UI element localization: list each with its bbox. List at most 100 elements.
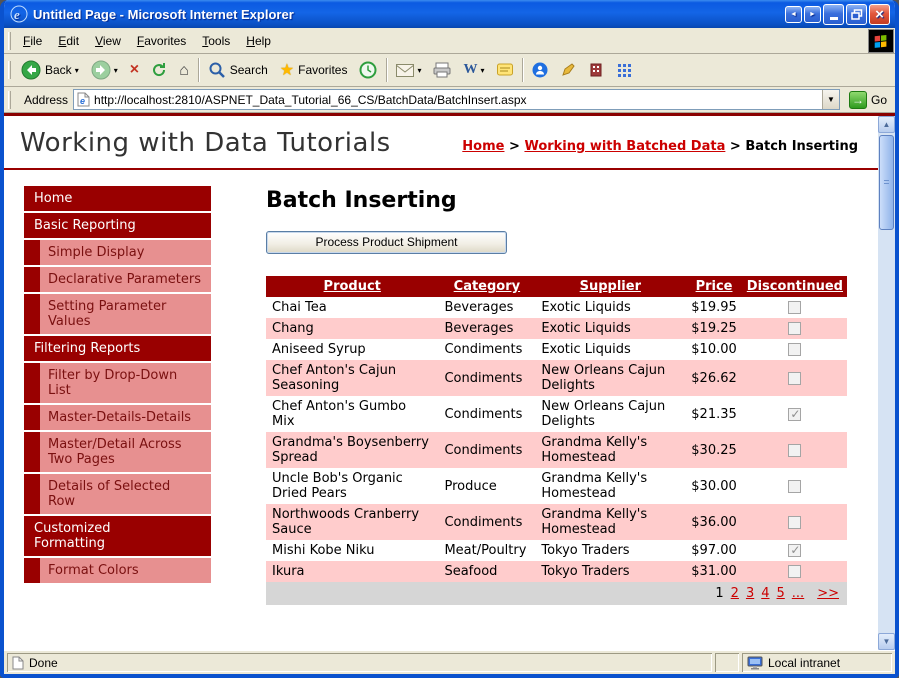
pager-page-link[interactable]: 5 <box>777 586 785 601</box>
messenger-button[interactable] <box>526 58 554 82</box>
menu-item-tools[interactable]: Tools <box>194 30 238 52</box>
favorites-button[interactable]: ★ Favorites <box>274 59 354 82</box>
address-input[interactable]: e http://localhost:2810/ASPNET_Data_Tuto… <box>73 89 840 110</box>
column-header-discontinued[interactable]: Discontinued <box>743 276 847 297</box>
scroll-up-button[interactable]: ▲ <box>878 116 895 133</box>
building-button[interactable] <box>582 58 610 82</box>
title-bar: e Untitled Page - Microsoft Internet Exp… <box>4 0 895 28</box>
menu-bar: FileEditViewFavoritesToolsHelp <box>4 28 895 54</box>
column-header-link[interactable]: Price <box>696 279 733 294</box>
menu-item-edit[interactable]: Edit <box>50 30 87 52</box>
refresh-button[interactable] <box>145 58 173 82</box>
cell-discontinued <box>743 396 847 432</box>
pager-page-link[interactable]: 4 <box>761 586 769 601</box>
column-header-supplier[interactable]: Supplier <box>535 276 685 297</box>
discontinued-checkbox[interactable] <box>788 444 801 457</box>
menu-item-view[interactable]: View <box>87 30 129 52</box>
pager-more-link[interactable]: ... <box>792 586 804 601</box>
stop-button[interactable]: × <box>124 59 145 81</box>
cell-discontinued <box>743 360 847 396</box>
move-window-left-button[interactable]: ◄ <box>785 6 802 23</box>
go-button[interactable]: → Go <box>845 90 891 110</box>
discontinued-checkbox[interactable] <box>788 372 801 385</box>
toolbar-grip[interactable] <box>8 61 11 79</box>
sidebar-item-format-colors[interactable]: Format Colors <box>24 558 211 583</box>
pager-next-link[interactable]: >> <box>817 586 839 601</box>
sidebar-item-filtering-reports[interactable]: Filtering Reports <box>24 336 211 361</box>
pager-page-link[interactable]: 2 <box>731 586 739 601</box>
back-dropdown-caret[interactable]: ▾ <box>75 66 79 75</box>
discontinued-checkbox[interactable] <box>788 516 801 529</box>
back-button[interactable]: Back ▾ <box>15 56 85 84</box>
move-window-right-button[interactable]: ► <box>804 6 821 23</box>
forward-dropdown-caret[interactable]: ▾ <box>114 66 118 75</box>
sidebar-item-master-details-details[interactable]: Master-Details-Details <box>24 405 211 430</box>
scrollbar-track[interactable] <box>878 133 895 633</box>
edit-button[interactable]: W ▾ <box>457 58 490 82</box>
discontinued-checkbox[interactable] <box>788 301 801 314</box>
address-grip[interactable] <box>8 91 11 109</box>
sidebar-item-basic-reporting[interactable]: Basic Reporting <box>24 213 211 238</box>
breadcrumb-link[interactable]: Home <box>462 139 504 154</box>
breadcrumb-separator: > <box>725 139 745 154</box>
discuss-button[interactable] <box>491 59 519 81</box>
menu-item-help[interactable]: Help <box>238 30 279 52</box>
forward-button[interactable]: ▾ <box>85 56 124 84</box>
sidebar-item-setting-parameter-values[interactable]: Setting Parameter Values <box>24 294 211 334</box>
discontinued-checkbox[interactable] <box>788 565 801 578</box>
column-header-price[interactable]: Price <box>685 276 743 297</box>
history-clock-icon <box>359 61 377 79</box>
home-button[interactable]: ⌂ <box>173 59 195 82</box>
discontinued-checkbox[interactable] <box>788 544 801 557</box>
sidebar-item-declarative-parameters[interactable]: Declarative Parameters <box>24 267 211 292</box>
pager-page-link[interactable]: 3 <box>746 586 754 601</box>
sidebar-item-details-of-selected-row[interactable]: Details of Selected Row <box>24 474 211 514</box>
cell-category: Beverages <box>438 318 535 339</box>
discontinued-checkbox[interactable] <box>788 343 801 356</box>
sidebar-item-simple-display[interactable]: Simple Display <box>24 240 211 265</box>
process-shipment-button[interactable]: Process Product Shipment <box>266 231 507 254</box>
menu-item-file[interactable]: File <box>15 30 50 52</box>
discontinued-checkbox[interactable] <box>788 322 801 335</box>
sidebar-item-master-detail-across-two-pages[interactable]: Master/Detail Across Two Pages <box>24 432 211 472</box>
sidebar-item-customized-formatting[interactable]: Customized Formatting <box>24 516 211 556</box>
mail-button[interactable]: ▾ <box>390 60 427 81</box>
cell-price: $97.00 <box>685 540 743 561</box>
discontinued-checkbox[interactable] <box>788 408 801 421</box>
favorites-star-icon: ★ <box>280 63 294 78</box>
sidebar-nav: HomeBasic ReportingSimple DisplayDeclara… <box>24 186 211 605</box>
building-icon <box>588 62 604 78</box>
mail-dropdown-caret[interactable]: ▾ <box>417 66 421 75</box>
minimize-button[interactable] <box>823 4 844 25</box>
pen-button[interactable] <box>554 58 582 82</box>
column-header-product[interactable]: Product <box>266 276 438 297</box>
scroll-down-button[interactable]: ▼ <box>878 633 895 650</box>
cell-supplier: Exotic Liquids <box>535 339 685 360</box>
search-button-label: Search <box>230 63 268 77</box>
column-header-link[interactable]: Supplier <box>580 279 641 294</box>
column-header-link[interactable]: Discontinued <box>747 279 843 294</box>
grid-button[interactable] <box>610 58 638 82</box>
close-button[interactable]: × <box>869 4 890 25</box>
breadcrumb-link[interactable]: Working with Batched Data <box>524 139 725 154</box>
table-row: Mishi Kobe NikuMeat/PoultryTokyo Traders… <box>266 540 847 561</box>
menu-grip[interactable] <box>8 32 11 50</box>
edit-dropdown-caret[interactable]: ▾ <box>480 66 484 75</box>
cell-price: $36.00 <box>685 504 743 540</box>
menu-item-favorites[interactable]: Favorites <box>129 30 194 52</box>
history-button[interactable] <box>353 57 383 83</box>
print-button[interactable] <box>427 58 457 82</box>
column-header-category[interactable]: Category <box>438 276 535 297</box>
vertical-scrollbar[interactable]: ▲ ▼ <box>878 116 895 650</box>
discontinued-checkbox[interactable] <box>788 480 801 493</box>
scrollbar-thumb[interactable] <box>879 135 894 230</box>
search-button[interactable]: Search <box>202 57 274 83</box>
sidebar-item-home[interactable]: Home <box>24 186 211 211</box>
cell-product: Ikura <box>266 561 438 582</box>
address-dropdown-button[interactable]: ▼ <box>822 90 839 109</box>
column-header-link[interactable]: Product <box>324 279 381 294</box>
restore-button[interactable] <box>846 4 867 25</box>
cell-price: $19.95 <box>685 297 743 318</box>
sidebar-item-filter-by-drop-down-list[interactable]: Filter by Drop-Down List <box>24 363 211 403</box>
column-header-link[interactable]: Category <box>454 279 520 294</box>
